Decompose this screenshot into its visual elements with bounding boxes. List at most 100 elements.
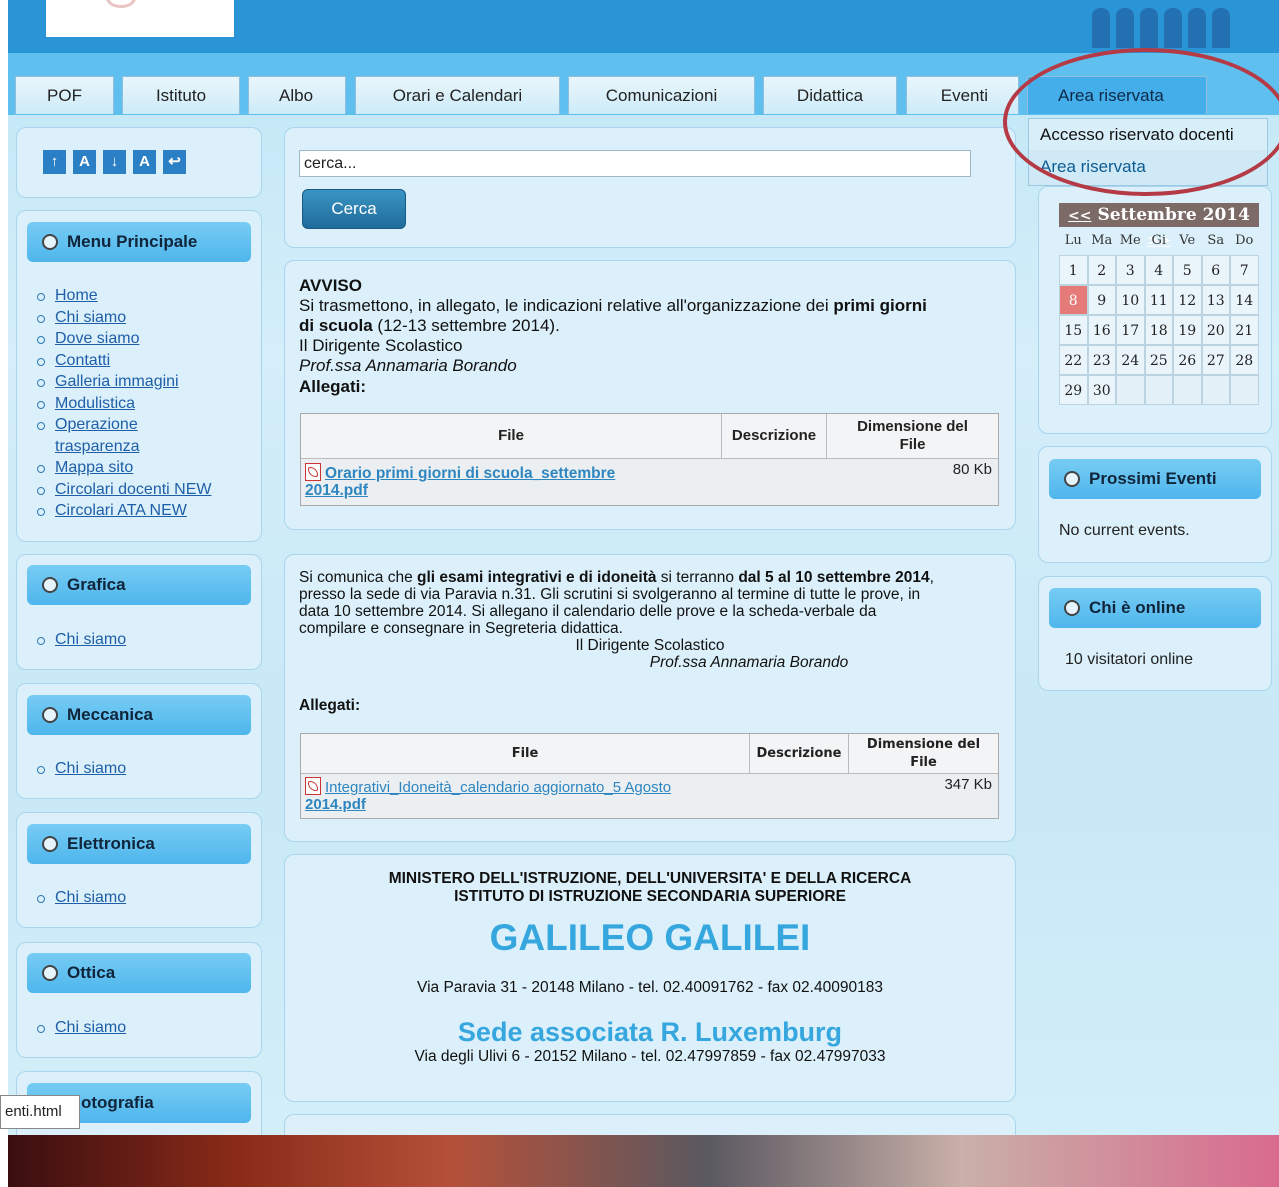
school-name: GALILEO GALILEI (489, 917, 811, 958)
menu-link-modulistica[interactable]: Modulistica (55, 395, 135, 412)
table-header-row: File Descrizione Dimensione del File (301, 414, 998, 459)
menu-link-contatti[interactable]: Contatti (55, 352, 110, 369)
tab-albo[interactable]: Albo (248, 76, 346, 114)
esami-body: Si comunica che gli esami integrativi e … (299, 569, 1011, 714)
calendar-day[interactable]: 11 (1144, 285, 1173, 315)
file-size: 80 Kb (952, 461, 992, 478)
tab-area-riservata[interactable]: Area riservata (1027, 76, 1207, 114)
high-contrast-icon[interactable]: A (133, 150, 156, 174)
calendar-day[interactable]: 17 (1116, 315, 1145, 345)
calendar: << Settembre 2014 >> Lu Ma Me Gi Ve Sa D… (1059, 203, 1259, 405)
menu-link-chi-siamo[interactable]: Chi siamo (55, 309, 126, 326)
elettronica-header: Elettronica (27, 824, 251, 864)
calendar-day[interactable]: 9 (1087, 285, 1116, 315)
calendar-day[interactable]: 29 (1059, 375, 1088, 405)
radio-icon (1064, 600, 1080, 616)
calendar-day[interactable]: 14 (1230, 285, 1259, 315)
elettronica-chi-siamo-link[interactable]: Chi siamo (55, 889, 126, 906)
ottica-chi-siamo-link[interactable]: Chi siamo (55, 1019, 126, 1036)
calendar-day[interactable]: 2 (1087, 255, 1116, 285)
sede-address: Via degli Ulivi 6 - 20152 Milano - tel. … (414, 1048, 886, 1065)
tab-pof[interactable]: POF (15, 76, 114, 114)
calendar-day[interactable]: 23 (1087, 345, 1116, 375)
calendar-day[interactable]: 18 (1144, 315, 1173, 345)
avviso-signer-title: Il Dirigente Scolastico (299, 336, 463, 355)
esami-attachment-link[interactable]: Integrativi_Idoneità_calendario aggiorna… (305, 777, 994, 813)
tab-istituto[interactable]: Istituto (122, 76, 240, 114)
calendar-day[interactable]: 20 (1201, 315, 1230, 345)
list-item: Circolari ATA NEW (34, 500, 211, 522)
calendar-day[interactable]: 28 (1230, 345, 1259, 375)
calendar-day[interactable]: 16 (1087, 315, 1116, 345)
tab-orari-calendari[interactable]: Orari e Calendari (355, 76, 560, 114)
avviso-allegati-label: Allegati: (299, 377, 367, 396)
reset-icon[interactable]: ↩ (163, 150, 186, 174)
radio-icon (42, 577, 58, 593)
site-logo[interactable] (46, 0, 234, 37)
grafica-chi-siamo-link[interactable]: Chi siamo (55, 631, 126, 648)
menu-link-dove-siamo[interactable]: Dove siamo (55, 330, 139, 347)
menu-link-mappa-sito[interactable]: Mappa sito (55, 459, 133, 476)
menu-link-circolari-docenti[interactable]: Circolari docenti NEW (55, 481, 211, 498)
institute-line: ISTITUTO DI ISTRUZIONE SECONDARIA SUPERI… (454, 888, 846, 905)
calendar-day[interactable]: 10 (1116, 285, 1145, 315)
calendar-day[interactable]: 7 (1230, 255, 1259, 285)
calendar-day[interactable]: 8 (1059, 285, 1088, 315)
avviso-heading: AVVISO (299, 276, 362, 295)
calendar-day[interactable]: 13 (1201, 285, 1230, 315)
calendar-day[interactable]: 22 (1059, 345, 1088, 375)
grafica-header: Grafica (27, 565, 251, 605)
calendar-day[interactable]: 3 (1116, 255, 1145, 285)
calendar-day[interactable]: 15 (1059, 315, 1088, 345)
font-increase-icon[interactable]: ↑ (43, 150, 66, 174)
meccanica-title: Meccanica (67, 705, 153, 724)
calendar-day[interactable]: 21 (1230, 315, 1259, 345)
esami-text-bold: dal 5 al 10 settembre 2014 (738, 569, 930, 586)
events-title: Prossimi Eventi (1089, 469, 1217, 488)
menu-link-home[interactable]: Home (55, 287, 98, 304)
prev-month-link[interactable]: << (1068, 208, 1091, 224)
calendar-day[interactable]: 26 (1173, 345, 1202, 375)
online-header: Chi è online (1049, 588, 1261, 628)
font-decrease-icon[interactable]: ↓ (103, 150, 126, 174)
calendar-day[interactable]: 30 (1087, 375, 1116, 405)
calendar-day[interactable]: 6 (1201, 255, 1230, 285)
sede-name: Sede associata R. Luxemburg (457, 1017, 843, 1047)
header-decoration (1089, 0, 1249, 53)
avviso-attachment-link[interactable]: Orario primi giorni di scuola_settembre 2… (305, 463, 994, 499)
school-address: Via Paravia 31 - 20148 Milano - tel. 02.… (417, 979, 883, 996)
menu-link-galleria[interactable]: Galleria immagini (55, 373, 179, 390)
day-header: Ma (1091, 233, 1113, 248)
calendar-day[interactable]: 1 (1059, 255, 1088, 285)
calendar-day[interactable]: 19 (1173, 315, 1202, 345)
day-header: Gi (1151, 233, 1167, 248)
meccanica-chi-siamo-link[interactable]: Chi siamo (55, 760, 126, 777)
menu-link-circolari-ata[interactable]: Circolari ATA NEW (55, 502, 187, 519)
font-default-icon[interactable]: A (73, 150, 96, 174)
avviso-attachments-table: File Descrizione Dimensione del File Ora… (300, 413, 999, 506)
avviso-text-part: Si trasmettono, in allegato, le indicazi… (299, 296, 834, 315)
search-input[interactable]: cerca... (299, 150, 971, 177)
calendar-day[interactable]: 24 (1116, 345, 1145, 375)
pdf-icon (305, 777, 321, 795)
attachment-name: 2014.pdf (305, 482, 368, 499)
tab-comunicazioni[interactable]: Comunicazioni (568, 76, 755, 114)
dropdown-item-accesso-docenti[interactable]: Accesso riservato docenti (1029, 119, 1267, 150)
avviso-text-part: (12-13 settembre 2014). (372, 316, 560, 335)
dropdown-item-area-riservata[interactable]: Area riservata (1029, 150, 1267, 184)
calendar-day[interactable]: 27 (1201, 345, 1230, 375)
menu-link-operazione-trasparenza[interactable]: Operazione trasparenza (55, 416, 140, 455)
menu-link-label: trasparenza (55, 437, 140, 455)
online-text: 10 visitatori online (1065, 651, 1194, 668)
table-header: File (301, 414, 722, 458)
calendar-day[interactable]: 25 (1144, 345, 1173, 375)
footer-image (8, 1135, 1279, 1187)
esami-text-part: Si comunica che (299, 569, 418, 586)
calendar-day[interactable]: 4 (1144, 255, 1173, 285)
tab-didattica[interactable]: Didattica (763, 76, 897, 114)
calendar-day[interactable]: 5 (1173, 255, 1202, 285)
calendar-day[interactable]: 12 (1173, 285, 1202, 315)
list-item: Chi siamo (34, 629, 126, 651)
search-button[interactable]: Cerca (302, 189, 406, 229)
tab-eventi[interactable]: Eventi (906, 76, 1019, 114)
